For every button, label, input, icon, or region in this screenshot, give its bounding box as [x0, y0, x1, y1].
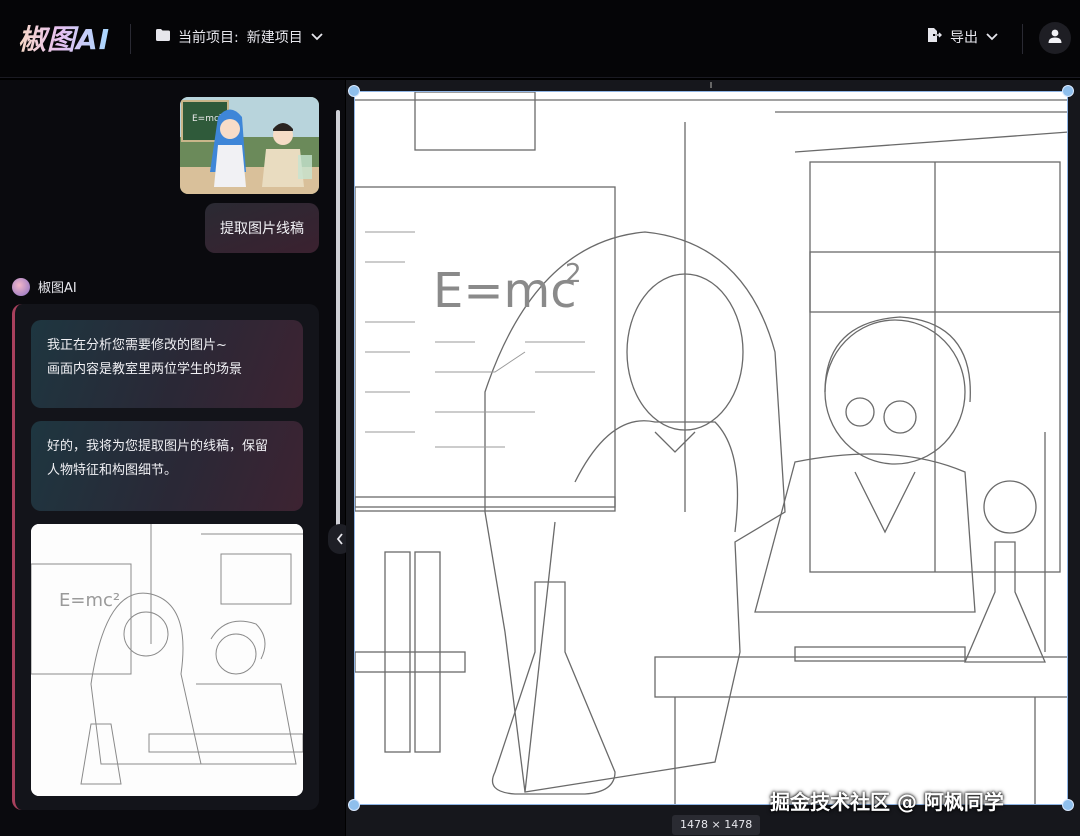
user-message-text: 提取图片线稿 — [220, 221, 304, 237]
user-icon — [1047, 28, 1063, 48]
svg-text:E=mc²: E=mc² — [59, 590, 120, 611]
resize-handle-top-left[interactable] — [348, 85, 360, 97]
header-divider — [130, 24, 131, 54]
project-name: 新建项目 — [246, 30, 303, 46]
export-button[interactable]: 导出 — [926, 27, 998, 47]
assistant-message-line: 画面内容是教室里两位学生的场景 — [47, 362, 243, 377]
chevron-down-icon — [986, 29, 998, 45]
resize-handle-bottom-left[interactable] — [348, 799, 360, 811]
image-size-label: 1478 × 1478 — [672, 815, 761, 835]
project-label: 当前项目: — [178, 30, 239, 46]
user-avatar[interactable] — [1039, 22, 1071, 54]
watermark-text: 掘金技术社区 @ 阿枫同学 — [770, 790, 1004, 814]
chat-panel: E=mc² 提取图片线稿 椒图AI 我正在分析您需要修改的图片~ 画面内容是教室… — [0, 80, 352, 836]
header-divider — [1022, 24, 1023, 54]
assistant-message: 好的，我将为您提取图片的线稿，保留 人物特征和构图细节。 — [31, 421, 303, 511]
assistant-message-line: 好的，我将为您提取图片的线稿，保留 — [47, 439, 269, 454]
assistant-message: 我正在分析您需要修改的图片~ 画面内容是教室里两位学生的场景 — [31, 320, 303, 408]
export-label: 导出 — [950, 30, 978, 46]
export-icon — [926, 27, 942, 47]
app-logo[interactable]: 椒图AI — [18, 18, 110, 58]
assistant-avatar-icon — [12, 277, 30, 296]
assistant-message-line: 人物特征和构图细节。 — [47, 463, 178, 478]
resize-handle-bottom-right[interactable] — [1062, 799, 1074, 811]
logo-text: 椒图AI — [18, 18, 110, 58]
ruler-mark — [710, 82, 712, 88]
uploaded-image-thumbnail[interactable]: E=mc² — [180, 97, 319, 194]
project-selector[interactable]: 当前项目: 新建项目 — [156, 27, 323, 47]
canvas-area: E=mc 2 1478 × 1478 — [346, 80, 1080, 836]
chevron-left-icon — [336, 530, 344, 549]
board-formula: E=mc — [433, 263, 577, 319]
chevron-down-icon — [311, 29, 323, 45]
resize-handle-top-right[interactable] — [1062, 85, 1074, 97]
canvas-image[interactable]: E=mc 2 — [354, 91, 1068, 805]
result-lineart-thumbnail[interactable]: E=mc² — [31, 524, 303, 796]
assistant-message-line: 我正在分析您需要修改的图片~ — [47, 338, 227, 353]
app-header: 椒图AI 当前项目: 新建项目 导出 — [0, 0, 1080, 78]
assistant-header: 椒图AI — [12, 277, 77, 296]
chat-scrollbar[interactable] — [336, 110, 340, 530]
folder-icon — [156, 29, 170, 45]
assistant-name: 椒图AI — [38, 281, 77, 296]
user-message-bubble: 提取图片线稿 — [205, 203, 319, 253]
board-formula-exponent: 2 — [565, 259, 582, 289]
